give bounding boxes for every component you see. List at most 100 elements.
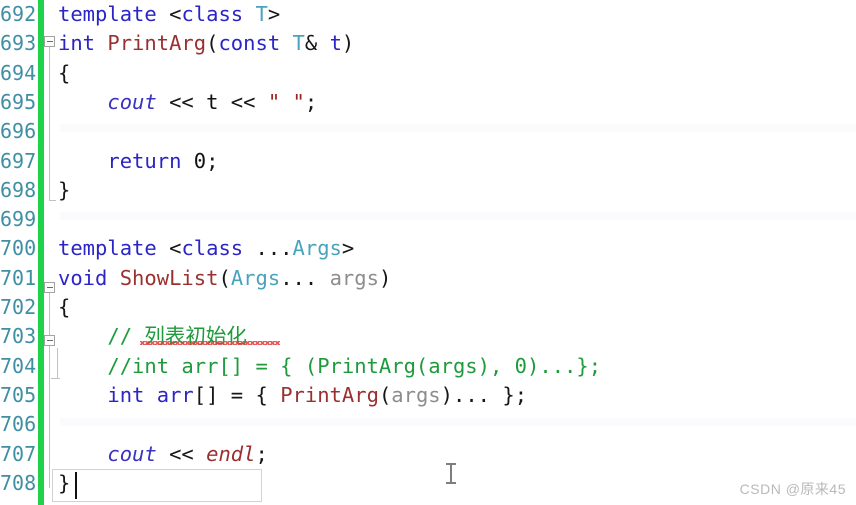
- code-text[interactable]: {: [58, 293, 70, 322]
- token-punc: [144, 383, 156, 407]
- line-number: 699: [0, 207, 37, 232]
- token-kw: class: [181, 2, 244, 26]
- token-punc: {: [58, 295, 71, 319]
- line-number: 706: [0, 412, 37, 437]
- code-line-700[interactable]: 700 template <class ...Args>: [0, 234, 856, 263]
- token-punc: (: [378, 382, 392, 407]
- code-text[interactable]: int arr[] = { PrintArg(args)... };: [58, 381, 527, 410]
- code-line-696[interactable]: 696: [0, 117, 856, 146]
- token-punc: ...: [280, 265, 318, 290]
- code-line-697[interactable]: 697 return 0;: [0, 147, 856, 176]
- token-punc: <<: [156, 89, 207, 114]
- code-text[interactable]: cout << endl;: [58, 440, 267, 469]
- token-punc: [58, 90, 107, 114]
- code-text[interactable]: int PrintArg(const T& t): [58, 29, 354, 58]
- token-punc: ): [440, 382, 453, 407]
- code-line-702[interactable]: 702 {: [0, 293, 856, 322]
- code-line-698[interactable]: 698}: [0, 176, 856, 205]
- token-punc: >: [341, 236, 355, 261]
- token-punc: [58, 149, 107, 173]
- code-line-701[interactable]: 701 void ShowList(Args... args): [0, 264, 856, 293]
- line-number: 708: [0, 470, 37, 495]
- code-text[interactable]: {: [58, 59, 70, 88]
- token-punc: [157, 236, 169, 260]
- token-var: args: [391, 382, 441, 407]
- code-editor[interactable]: 692 template <class T> 693 int PrintArg(con…: [0, 0, 856, 505]
- token-punc: ...: [453, 382, 491, 407]
- code-line-703[interactable]: 703 // 列表初始化: [0, 322, 856, 351]
- token-str: " ": [267, 89, 305, 114]
- token-punc: ;: [304, 89, 318, 114]
- line-number: 704: [0, 353, 37, 378]
- token-punc: ...: [255, 236, 293, 261]
- code-text[interactable]: //int arr[] = { (PrintArg(args), 0)...};: [58, 352, 601, 381]
- token-punc: (: [206, 31, 219, 56]
- token-punc: {: [58, 60, 71, 85]
- token-punc: [317, 31, 329, 55]
- code-line-705[interactable]: 705 int arr[] = { PrintArg(args)... };: [0, 381, 856, 410]
- token-punc: [58, 383, 107, 407]
- code-text[interactable]: return 0;: [58, 147, 218, 176]
- code-line-693[interactable]: 693 int PrintArg(const T& t): [0, 29, 856, 58]
- token-punc: <<: [156, 441, 207, 466]
- code-text[interactable]: template <class ...Args>: [58, 234, 354, 263]
- line-number: 707: [0, 441, 37, 466]
- line-number: 698: [0, 177, 37, 202]
- token-punc: [107, 266, 119, 290]
- code-line-692[interactable]: 692 template <class T>: [0, 0, 856, 29]
- token-kw: template: [58, 2, 157, 26]
- token-num: 0: [193, 148, 207, 173]
- token-kw: int: [107, 382, 145, 407]
- line-number: 695: [0, 89, 37, 114]
- code-text[interactable]: }: [58, 469, 70, 498]
- token-fn: PrintArg: [107, 31, 207, 56]
- code-text[interactable]: // 列表初始化: [58, 322, 247, 351]
- token-strm: cout: [107, 89, 157, 114]
- token-typ: Args: [230, 265, 281, 290]
- code-text[interactable]: }: [58, 176, 70, 205]
- token-mani: endl: [206, 441, 256, 466]
- line-number: 697: [0, 148, 37, 173]
- code-text[interactable]: void ShowList(Args... args): [58, 264, 391, 293]
- token-punc: &: [304, 31, 318, 56]
- line-number: 702: [0, 295, 37, 319]
- token-kw: arr: [156, 382, 194, 407]
- code-text[interactable]: cout << t << " ";: [58, 88, 317, 117]
- line-number: 705: [0, 382, 37, 407]
- token-typ: T: [255, 2, 268, 26]
- token-punc: [243, 2, 255, 26]
- line-number: 692: [0, 2, 37, 26]
- token-kw: int: [58, 31, 96, 56]
- token-punc: [58, 324, 107, 348]
- line-number: 701: [0, 265, 37, 290]
- token-kw: const: [218, 31, 281, 56]
- code-text[interactable]: template <class T>: [58, 0, 280, 29]
- code-line-706[interactable]: 706: [0, 410, 856, 439]
- token-punc: [317, 266, 329, 290]
- token-punc: <<: [218, 89, 268, 114]
- line-number: 694: [0, 60, 37, 85]
- token-kw: void: [58, 265, 108, 290]
- token-punc: ;: [206, 148, 219, 173]
- code-line-699[interactable]: 699: [0, 205, 856, 234]
- spelling-error-squiggle: [140, 341, 280, 345]
- token-punc: [280, 31, 292, 55]
- code-line-694[interactable]: 694 {: [0, 59, 856, 88]
- token-punc: [58, 442, 107, 466]
- code-line-708[interactable]: 708}: [0, 469, 856, 498]
- token-kw: template: [58, 236, 157, 261]
- code-line-707[interactable]: 707 cout << endl;: [0, 440, 856, 469]
- code-line-695[interactable]: 695 cout << t << " ";: [0, 88, 856, 117]
- token-punc: [95, 31, 107, 55]
- token-punc: (: [218, 265, 231, 290]
- token-punc: ): [341, 31, 355, 56]
- token-typ: Args: [292, 236, 342, 261]
- token-punc: [58, 354, 107, 378]
- token-punc: }: [58, 177, 71, 202]
- token-punc: [] = {: [193, 382, 281, 407]
- token-fn: PrintArg: [280, 382, 379, 407]
- token-num: t: [206, 89, 219, 114]
- code-line-704[interactable]: 704 //int arr[] = { (PrintArg(args), 0).…: [0, 352, 856, 381]
- token-fn: ShowList: [119, 265, 219, 290]
- token-punc: [243, 236, 255, 260]
